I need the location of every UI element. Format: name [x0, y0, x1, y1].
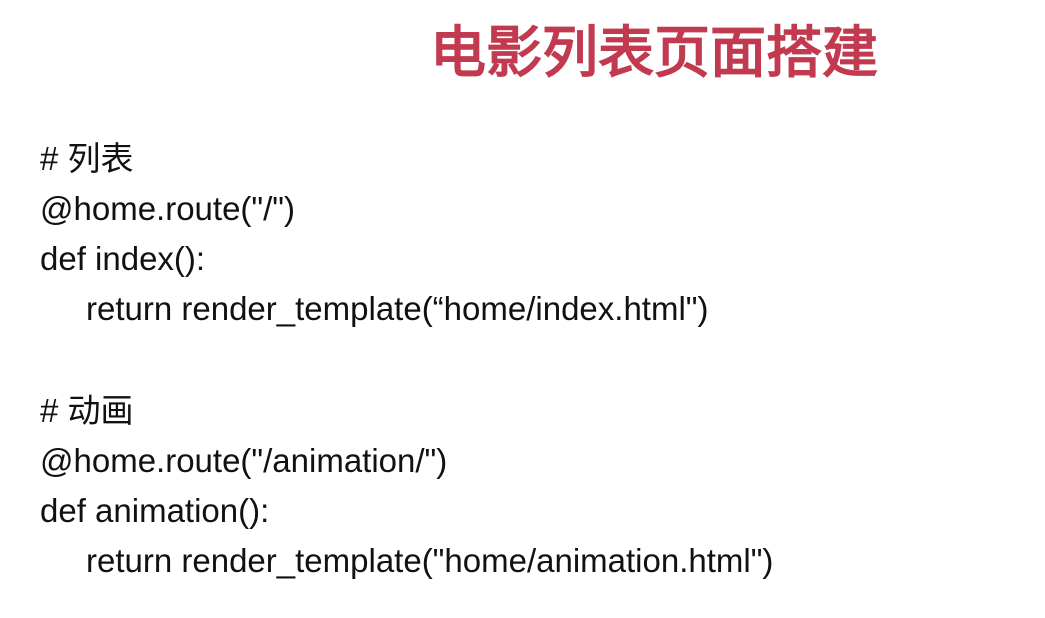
function-def-index: def index(): [40, 240, 206, 277]
comment-list: # 列表 [40, 140, 134, 177]
slide-title: 电影列表页面搭建 [430, 21, 878, 86]
return-statement-animation: return render_template("home/animation.h… [86, 542, 774, 579]
code-snippet: # 列表 @home.route("/") def index(): retur… [40, 134, 1000, 586]
route-decorator-index: @home.route("/") [40, 190, 296, 227]
return-statement-index: return render_template(“home/index.html"… [86, 290, 709, 327]
comment-animation: # 动画 [40, 392, 134, 429]
function-def-animation: def animation(): [40, 492, 270, 529]
route-decorator-animation: @home.route("/animation/") [40, 442, 448, 479]
